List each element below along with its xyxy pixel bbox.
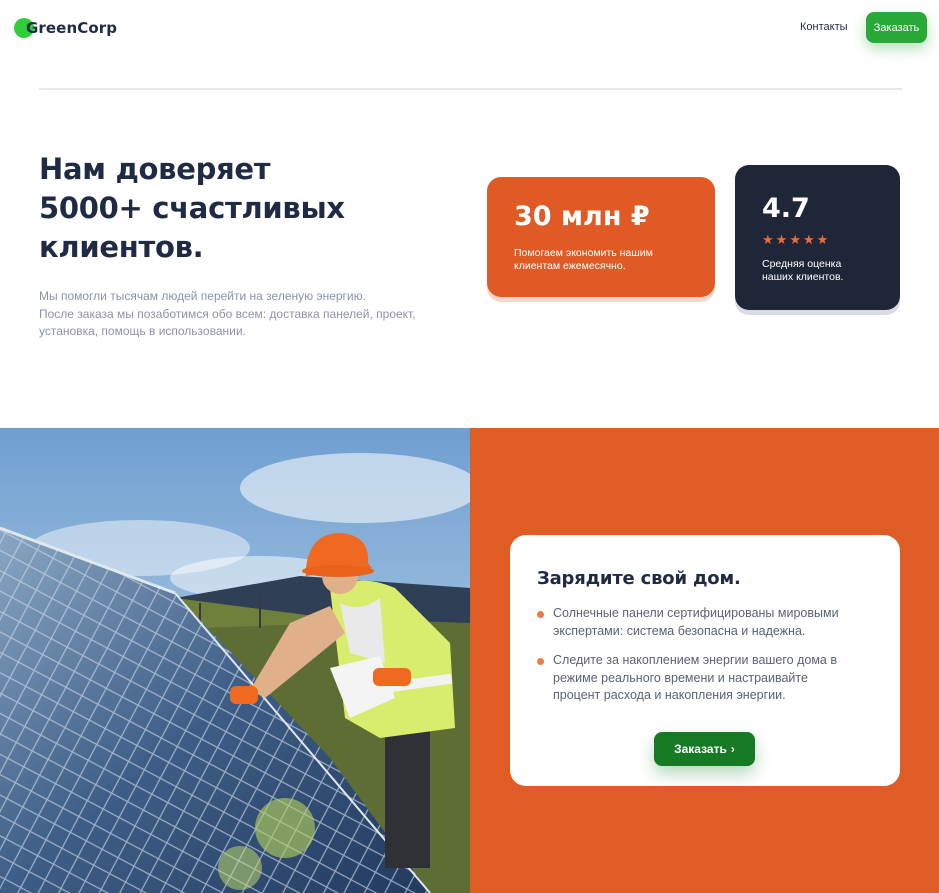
promo-card: Зарядите свой дом. Солнечные панели серт… xyxy=(510,535,900,786)
list-item-line: режиме реального времени и настраивайте xyxy=(553,670,808,685)
promo-order-label: Заказать xyxy=(674,742,727,756)
trust-description-line: После заказа мы позаботимся обо всем: до… xyxy=(39,306,416,321)
list-item: Солнечные панели сертифицированы мировым… xyxy=(537,605,877,640)
list-item: Следите за накоплением энергии вашего до… xyxy=(537,652,877,705)
stat-caption-line: Средняя оценка xyxy=(762,258,842,270)
star-icon: ★ xyxy=(789,233,801,248)
list-item-line: Солнечные панели сертифицированы мировым… xyxy=(553,606,839,620)
site-header: GreenCorp Контакты Заказать xyxy=(0,0,939,60)
nav-contacts-link[interactable]: Контакты xyxy=(800,21,848,33)
promo-order-button[interactable]: Заказать › xyxy=(654,732,755,766)
star-icon: ★ xyxy=(802,233,815,248)
trust-description: Мы помогли тысячам людей перейти на зеле… xyxy=(39,288,439,341)
star-icon: ★ xyxy=(775,233,788,248)
stat-caption-line: Помогаем экономить нашим xyxy=(514,247,653,259)
logo-text: GreenCorp xyxy=(26,19,118,37)
trust-description-line: установка, помощь в использовании. xyxy=(39,324,246,338)
rating-stars: ★ ★ ★ ★ ★ xyxy=(762,234,828,247)
bullet-icon xyxy=(537,611,544,618)
chevron-right-icon: › xyxy=(730,742,735,756)
stat-caption-line: клиентам ежемесячно. xyxy=(514,260,626,272)
savings-stat-caption: Помогаем экономить нашим клиентам ежемес… xyxy=(514,247,684,273)
savings-stat-value: 30 млн ₽ xyxy=(514,201,650,232)
star-icon: ★ xyxy=(762,233,774,248)
rating-stat-caption: Средняя оценка наших клиентов. xyxy=(762,258,872,284)
list-item-line: процент расхода и накопления энергии. xyxy=(553,688,786,702)
list-item-line: экспертами: система безопасна и надежна. xyxy=(553,623,806,638)
trust-heading-line: 5000+ счастливых xyxy=(39,191,345,225)
list-item-line: Следите за накоплением энергии вашего до… xyxy=(553,653,838,667)
promo-title: Зарядите свой дом. xyxy=(537,568,741,589)
trust-heading-line: клиентов. xyxy=(39,230,204,264)
trust-description-line: Мы помогли тысячам людей перейти на зеле… xyxy=(39,289,366,303)
promo-feature-list: Солнечные панели сертифицированы мировым… xyxy=(537,605,877,717)
logo[interactable]: GreenCorp xyxy=(14,18,117,38)
trust-heading-line: Нам доверяет xyxy=(39,152,271,186)
stat-caption-line: наших клиентов. xyxy=(762,271,844,283)
rating-stat-value: 4.7 xyxy=(762,193,810,224)
savings-stat-card: 30 млн ₽ Помогаем экономить нашим клиент… xyxy=(487,177,715,297)
solar-worker-photo xyxy=(0,428,470,893)
trust-heading: Нам доверяет 5000+ счастливых клиентов. xyxy=(39,150,369,267)
bullet-icon xyxy=(537,658,544,665)
star-icon: ★ xyxy=(816,233,829,248)
header-order-button[interactable]: Заказать xyxy=(866,12,927,43)
rating-stat-card: 4.7 ★ ★ ★ ★ ★ Средняя оценка наших клиен… xyxy=(735,165,900,310)
header-divider xyxy=(39,88,902,90)
